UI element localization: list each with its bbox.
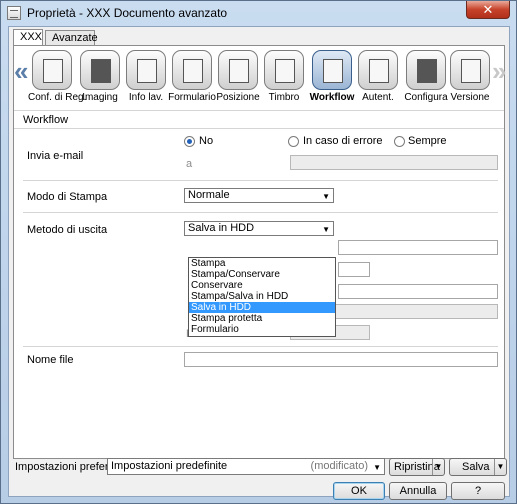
section-title: Workflow (23, 114, 69, 126)
tool-posizione[interactable]: Posizione (214, 50, 262, 106)
save-label: Salva (462, 461, 490, 473)
tool-label: Autent. (362, 92, 394, 103)
output-field-3[interactable] (338, 284, 498, 299)
category-toolbar: « Conf. di Reg. Imaging Info lav. Formul… (14, 46, 507, 108)
favorites-value: Impostazioni predefinite (111, 460, 228, 472)
divider (23, 180, 498, 181)
tool-formulario[interactable]: Formulario (168, 50, 216, 106)
tool-conf-reg[interactable]: Conf. di Reg. (28, 50, 87, 106)
dropdown-option[interactable]: Conservare (189, 280, 335, 291)
version-icon (450, 50, 490, 90)
tool-label: Versione (450, 92, 490, 103)
tool-label: Configura (404, 92, 448, 103)
tool-label: Formulario (168, 92, 216, 103)
dropdown-option-selected[interactable]: Salva in HDD (189, 302, 335, 313)
info-icon (126, 50, 166, 90)
scroll-left-icon[interactable]: « (14, 58, 28, 84)
chevron-down-icon[interactable]: ▼ (494, 459, 506, 475)
title-bar: Proprietà - XXX Documento avanzato ✕ (1, 1, 516, 25)
email-always-radio[interactable] (394, 136, 405, 147)
file-name-field[interactable] (184, 352, 498, 367)
chevron-down-icon: ▼ (373, 463, 381, 472)
divider (23, 346, 498, 347)
position-icon (218, 50, 258, 90)
restore-button[interactable]: Ripristina ▼ (389, 458, 445, 476)
output-method-value: Salva in HDD (188, 222, 255, 234)
tool-autent[interactable]: Autent. (354, 50, 402, 106)
tool-label: Posizione (216, 92, 260, 103)
configure-icon (406, 50, 446, 90)
tool-label: Imaging (82, 92, 118, 103)
output-field-2[interactable] (338, 262, 370, 277)
tool-versione[interactable]: Versione (446, 50, 494, 106)
help-button[interactable]: ? (451, 482, 505, 500)
output-method-select[interactable]: Salva in HDD ▼ (184, 221, 334, 236)
registration-icon (32, 50, 72, 90)
tab-panel: « Conf. di Reg. Imaging Info lav. Formul… (13, 45, 507, 459)
email-label: Invia e-mail (27, 150, 84, 162)
output-field-1[interactable] (338, 240, 498, 255)
divider (23, 212, 498, 213)
favorites-modified: (modificato) (310, 460, 368, 472)
workflow-icon (312, 50, 352, 90)
dropdown-option[interactable]: Stampa/Salva in HDD (189, 291, 335, 302)
print-mode-select[interactable]: Normale ▼ (184, 188, 334, 203)
authentication-icon (358, 50, 398, 90)
dropdown-option[interactable]: Formulario (189, 324, 335, 335)
email-on-error-label: In caso di errore (303, 135, 383, 147)
stamp-icon (264, 50, 304, 90)
print-mode-value: Normale (188, 189, 230, 201)
dropdown-option[interactable]: Stampa protetta (189, 313, 335, 324)
favorites-bar: Impostazioni preferite Impostazioni pred… (13, 457, 509, 477)
document-icon (7, 6, 21, 20)
email-to-label: a (186, 158, 193, 170)
email-to-field[interactable] (290, 155, 498, 170)
cancel-button[interactable]: Annulla (389, 482, 447, 500)
tool-info-lav[interactable]: Info lav. (122, 50, 170, 106)
tool-timbro[interactable]: Timbro (260, 50, 308, 106)
tool-label: Timbro (268, 92, 300, 103)
close-button[interactable]: ✕ (466, 1, 510, 19)
dialog-client: XXX Avanzate « Conf. di Reg. Imaging Inf… (8, 26, 510, 500)
email-no-radio[interactable] (184, 136, 195, 147)
chevron-down-icon[interactable]: ▼ (432, 459, 444, 475)
file-name-label: Nome file (27, 354, 74, 366)
form-icon (172, 50, 212, 90)
tool-label: Info lav. (128, 92, 164, 103)
tool-imaging[interactable]: Imaging (76, 50, 124, 106)
tool-workflow[interactable]: Workflow (308, 50, 356, 106)
divider (14, 128, 504, 129)
chevron-down-icon: ▼ (322, 225, 330, 234)
ok-button[interactable]: OK (333, 482, 385, 500)
email-on-error-radio[interactable] (288, 136, 299, 147)
save-button[interactable]: Salva ▼ (449, 458, 507, 476)
dropdown-option[interactable]: Stampa/Conservare (189, 269, 335, 280)
favorites-select[interactable]: Impostazioni predefinite (modificato) ▼ (107, 458, 385, 475)
tool-configura[interactable]: Configura (402, 50, 450, 106)
dropdown-option[interactable]: Stampa (189, 258, 335, 269)
imaging-icon (80, 50, 120, 90)
divider (14, 110, 504, 111)
chevron-down-icon: ▼ (322, 192, 330, 201)
tool-label: Conf. di Reg. (28, 92, 87, 103)
favorites-label: Impostazioni preferite (15, 461, 121, 473)
scroll-right-icon: » (492, 56, 507, 86)
output-method-dropdown: Stampa Stampa/Conservare Conservare Stam… (188, 257, 336, 337)
email-always-label: Sempre (408, 135, 447, 147)
email-no-label: No (199, 135, 214, 147)
tool-label: Workflow (309, 92, 355, 103)
print-mode-label: Modo di Stampa (27, 191, 108, 203)
output-method-label: Metodo di uscita (27, 224, 108, 236)
tab-avanzate[interactable]: Avanzate (45, 30, 98, 46)
window-title: Proprietà - XXX Documento avanzato (27, 6, 228, 20)
properties-window: Proprietà - XXX Documento avanzato ✕ XXX… (0, 0, 517, 504)
